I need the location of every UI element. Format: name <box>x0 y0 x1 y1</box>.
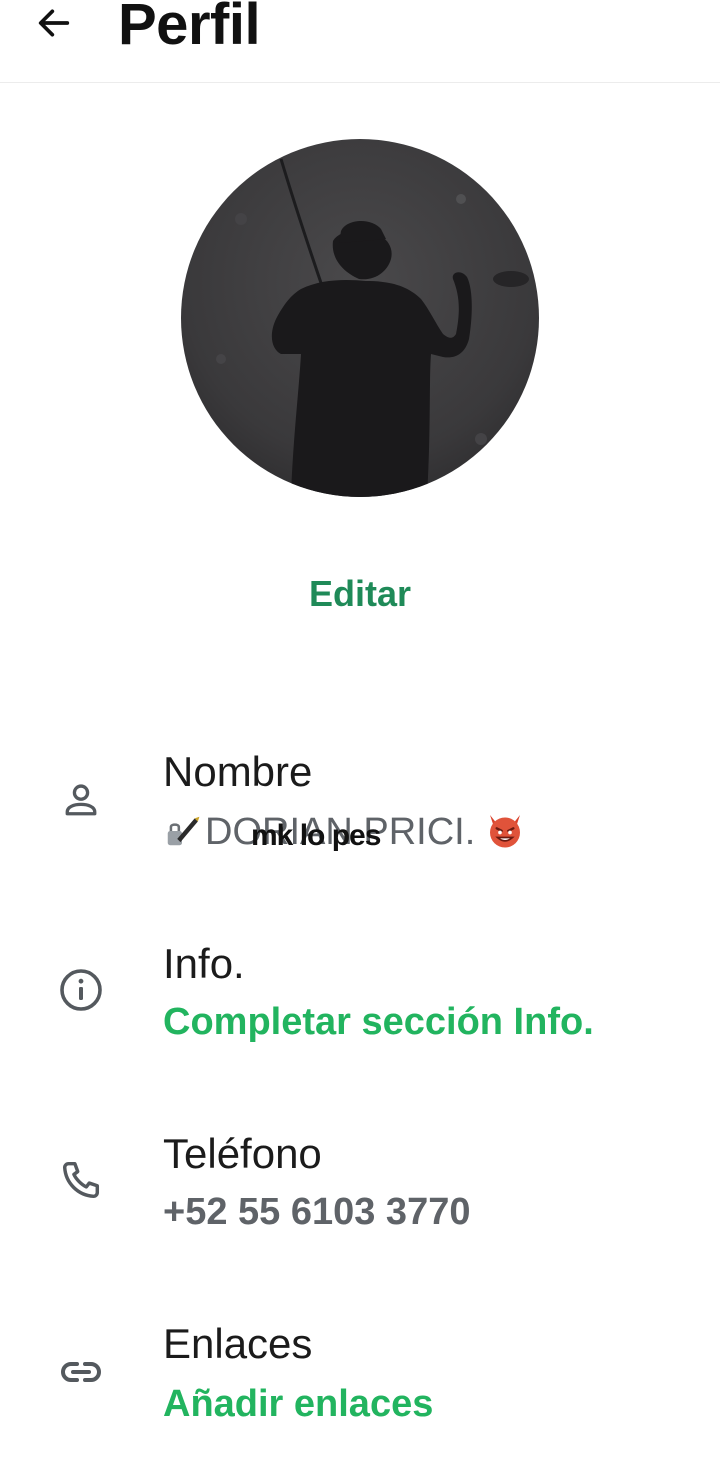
pen-lock-emoji-icon <box>167 816 200 846</box>
person-icon <box>65 784 97 816</box>
phone-row[interactable]: Teléfono +52 55 6103 3770 <box>0 1122 720 1272</box>
arrow-left-icon <box>38 9 70 37</box>
info-icon <box>60 969 102 1011</box>
profile-photo[interactable] <box>181 139 539 497</box>
name-label: Nombre <box>163 748 313 795</box>
page-title: Perfil <box>118 0 261 57</box>
edit-photo-button[interactable]: Editar <box>0 570 720 618</box>
info-icon-wrap <box>55 964 107 1016</box>
phone-icon <box>62 1161 100 1199</box>
devil-emoji-icon <box>490 815 521 848</box>
complete-info-link[interactable]: Completar sección Info. <box>163 998 594 1046</box>
app-bar: Perfil <box>0 0 720 83</box>
info-row[interactable]: Info. Completar sección Info. <box>0 932 720 1082</box>
info-label: Info. <box>163 940 245 987</box>
links-label: Enlaces <box>163 1320 313 1367</box>
name-row[interactable]: Nombre DORIAN PRICI. mk lo pes <box>0 740 720 890</box>
phone-label: Teléfono <box>163 1130 322 1177</box>
phone-value: +52 55 6103 3770 <box>163 1191 471 1233</box>
add-links-link[interactable]: Añadir enlaces <box>163 1380 433 1428</box>
link-icon-wrap <box>55 1346 107 1398</box>
links-row[interactable]: Enlaces Añadir enlaces <box>0 1312 720 1462</box>
link-icon <box>60 1362 102 1382</box>
profile-photo-shadow <box>181 139 539 497</box>
phone-icon-wrap <box>55 1154 107 1206</box>
back-button[interactable] <box>28 0 80 46</box>
name-overlay-text: mk lo pes <box>251 819 381 852</box>
name-value: DORIAN PRICI. mk lo pes <box>163 808 525 856</box>
person-icon-wrap <box>55 774 107 826</box>
